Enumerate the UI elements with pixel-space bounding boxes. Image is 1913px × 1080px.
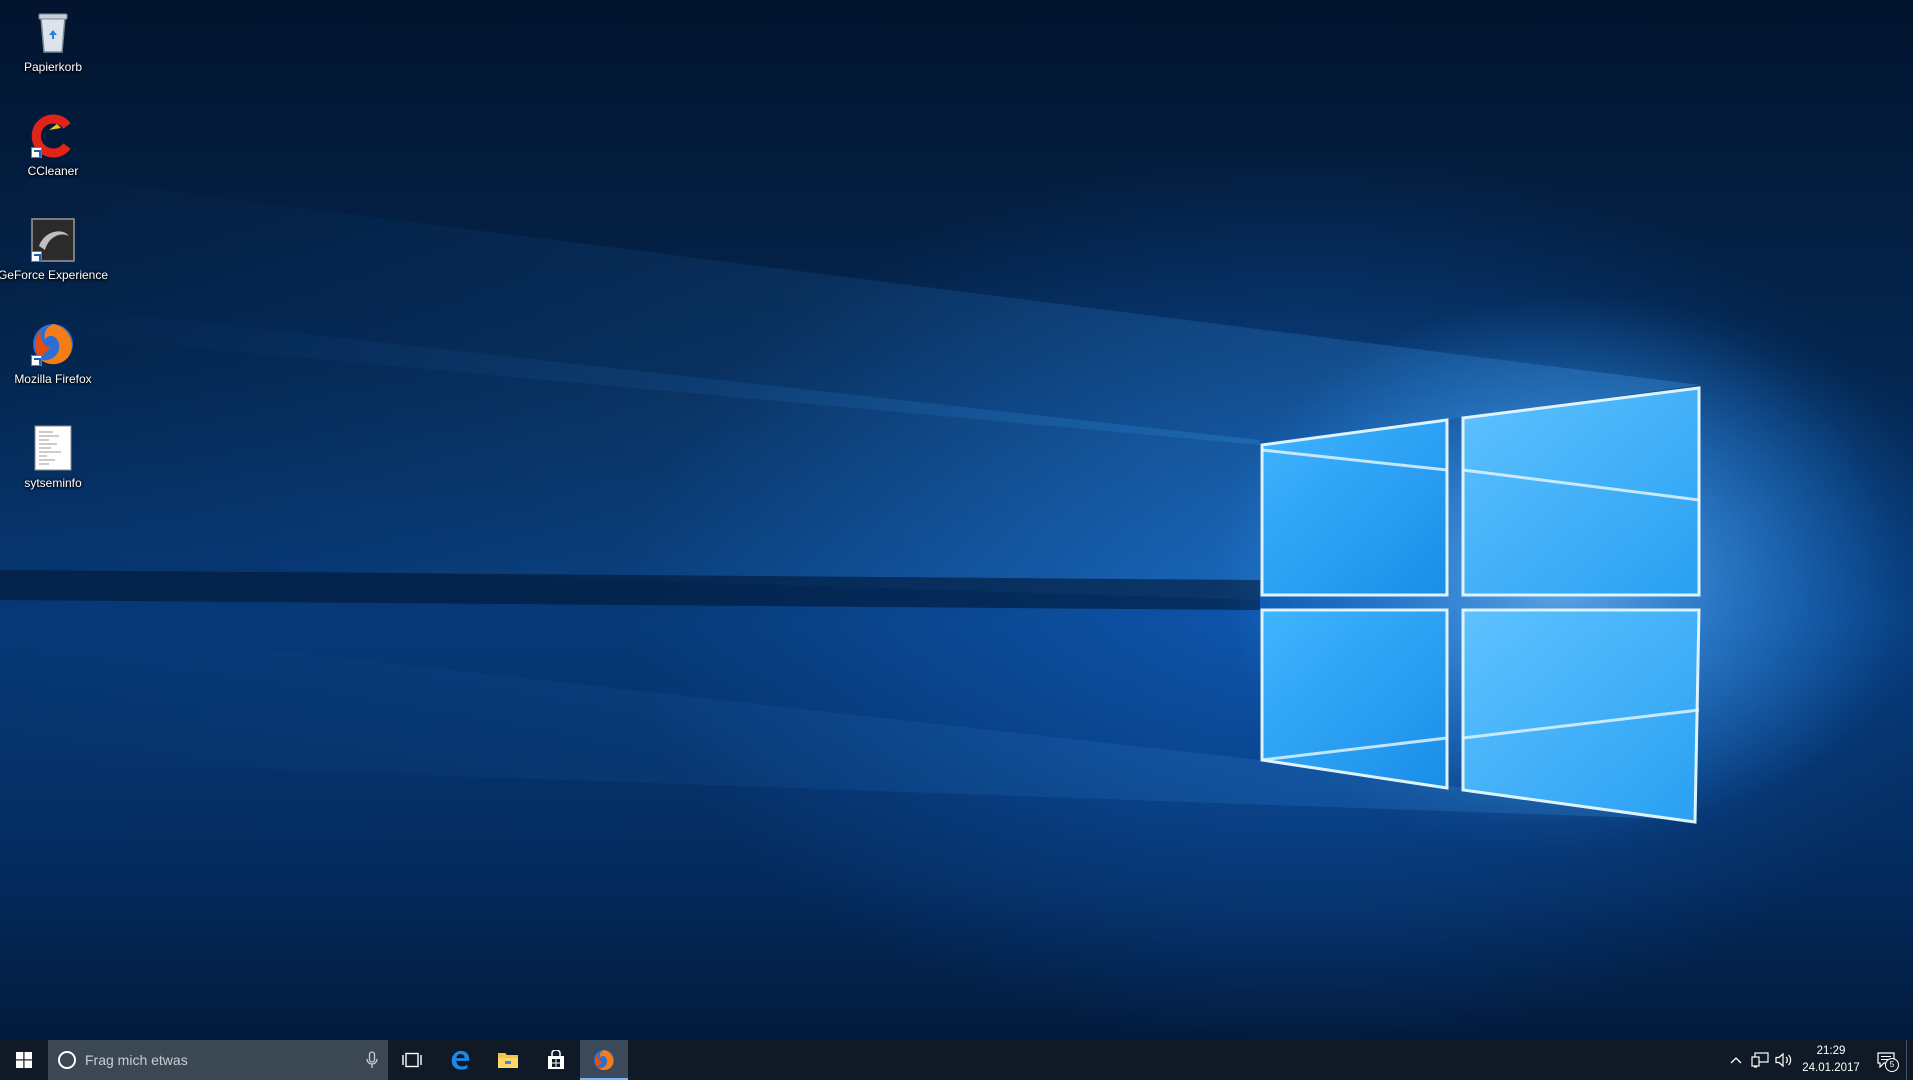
taskbar-store[interactable] bbox=[532, 1040, 580, 1080]
shortcut-arrow-icon bbox=[31, 355, 42, 366]
task-view-icon bbox=[402, 1052, 422, 1068]
desktop-icon-label: sytseminfo bbox=[24, 476, 82, 490]
clock[interactable]: 21:29 24.01.2017 bbox=[1796, 1040, 1866, 1080]
desktop-icon-label: GeForce Experience bbox=[0, 268, 109, 282]
store-icon bbox=[548, 1050, 564, 1069]
network-icon bbox=[1751, 1052, 1769, 1068]
recycle-bin-icon bbox=[29, 8, 77, 56]
text-document-icon bbox=[29, 424, 77, 472]
geforce-experience-icon bbox=[29, 216, 77, 264]
windows-logo-icon bbox=[16, 1052, 32, 1068]
notification-count-badge: 5 bbox=[1885, 1058, 1899, 1072]
wallpaper-windows-logo bbox=[0, 170, 1900, 860]
taskbar: Frag mich etwas 21:29 24.01.2017 5 bbox=[0, 1040, 1913, 1080]
volume-tray-button[interactable] bbox=[1772, 1040, 1796, 1080]
show-desktop-button[interactable] bbox=[1906, 1040, 1913, 1080]
desktop-icon-ccleaner[interactable]: CCleaner bbox=[0, 112, 106, 178]
system-tray: 21:29 24.01.2017 5 bbox=[1724, 1040, 1913, 1080]
cortana-icon bbox=[58, 1051, 76, 1069]
chevron-up-icon bbox=[1730, 1057, 1742, 1064]
folder-icon bbox=[498, 1053, 518, 1068]
show-hidden-icons-button[interactable] bbox=[1724, 1040, 1748, 1080]
taskbar-file-explorer[interactable] bbox=[484, 1040, 532, 1080]
start-button[interactable] bbox=[0, 1040, 48, 1080]
microphone-icon[interactable] bbox=[366, 1051, 378, 1069]
network-tray-button[interactable] bbox=[1748, 1040, 1772, 1080]
action-center-button[interactable]: 5 bbox=[1866, 1040, 1906, 1080]
shortcut-arrow-icon bbox=[31, 251, 42, 262]
taskbar-firefox[interactable] bbox=[580, 1040, 628, 1080]
speaker-icon bbox=[1775, 1052, 1792, 1068]
firefox-icon bbox=[594, 1050, 614, 1071]
desktop-icon-label: CCleaner bbox=[27, 164, 79, 178]
firefox-icon bbox=[29, 320, 77, 368]
clock-time: 21:29 bbox=[1816, 1045, 1846, 1057]
desktop-icon-label: Papierkorb bbox=[23, 60, 83, 74]
taskbar-edge[interactable] bbox=[436, 1040, 484, 1080]
desktop-icon-recycle-bin[interactable]: Papierkorb bbox=[0, 8, 106, 74]
shortcut-arrow-icon bbox=[31, 147, 42, 158]
cortana-search-box[interactable]: Frag mich etwas bbox=[48, 1040, 388, 1080]
search-placeholder: Frag mich etwas bbox=[85, 1052, 188, 1068]
desktop[interactable]: Papierkorb CCleaner GeForce Experience M… bbox=[0, 0, 1913, 1040]
ccleaner-icon bbox=[29, 112, 77, 160]
desktop-icon-label: Mozilla Firefox bbox=[14, 372, 92, 386]
task-view-button[interactable] bbox=[388, 1040, 436, 1080]
edge-icon bbox=[451, 1050, 470, 1070]
desktop-icon-firefox[interactable]: Mozilla Firefox bbox=[0, 320, 106, 386]
clock-date: 24.01.2017 bbox=[1802, 1062, 1860, 1074]
desktop-icon-geforce-experience[interactable]: GeForce Experience bbox=[0, 216, 109, 282]
desktop-icon-sytseminfo[interactable]: sytseminfo bbox=[0, 424, 106, 490]
